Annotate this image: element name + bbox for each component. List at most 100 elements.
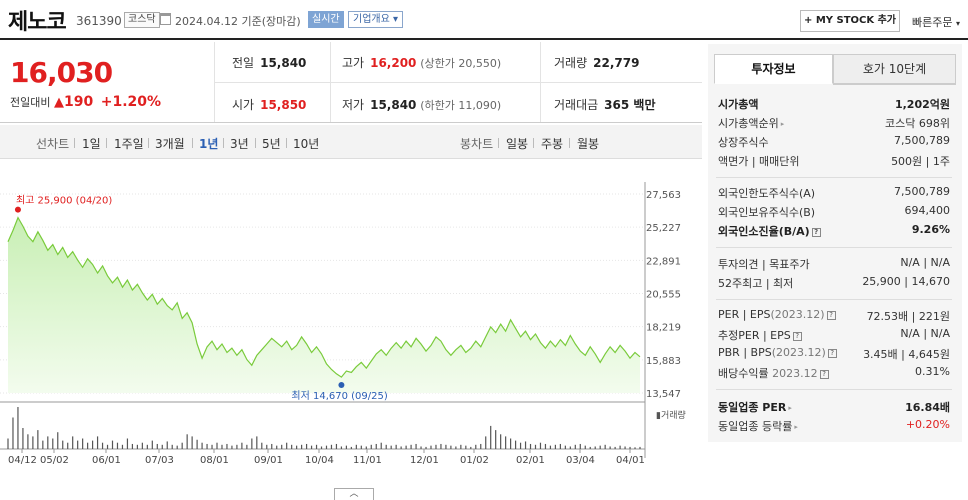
volume-bar (106, 444, 109, 449)
volume-bar (490, 425, 492, 449)
volume-bar (315, 444, 318, 449)
price-summary: 16,030 전일대비 ▲190 +1.20% 전일 15,840 고가 16,20… (0, 42, 702, 123)
volume-bar (594, 446, 596, 449)
shares-row: 상장주식수 7,500,789 (718, 134, 950, 152)
volume-bar (211, 444, 213, 449)
change-percent: +1.20% (100, 94, 162, 110)
volume-bar (480, 443, 482, 449)
period-10y[interactable]: 10년 (293, 135, 319, 152)
volume-bar (470, 446, 472, 449)
pbr-row: PBR | BPS(2023.12)? 3.45배 | 4,645원 (718, 346, 950, 364)
market-cap-rank-label: 시가총액순위 (718, 117, 779, 130)
volume-bar (27, 434, 29, 449)
volume-bar (554, 444, 557, 449)
volume-bar (176, 445, 178, 449)
period-5y[interactable]: 5년 (262, 135, 281, 152)
volume-bar (460, 444, 462, 449)
period-3y[interactable]: 3년 (230, 135, 249, 152)
sector-rate-value: +0.20% (905, 418, 950, 431)
divider (833, 84, 956, 85)
per-period: (2023.12) (770, 308, 825, 321)
divider (106, 138, 107, 148)
low-value: 15,840 (370, 98, 417, 112)
volume-bar (261, 442, 263, 449)
volume-bar (206, 443, 208, 449)
divider (286, 138, 287, 148)
dividend-period: 2023.12 (772, 367, 818, 380)
open-label: 시가 (232, 98, 255, 112)
volume-bar (430, 445, 432, 449)
volume-bar (301, 444, 303, 449)
volume-bar (609, 446, 611, 449)
stock-code: 361390 (76, 14, 122, 28)
volume-bar (614, 446, 616, 449)
prev-close-label: 전일 (232, 56, 255, 70)
volume-bar (395, 444, 397, 449)
high-marker (14, 206, 21, 213)
chevron-up-icon[interactable]: ︿ (334, 488, 374, 500)
volume-bar (455, 446, 457, 449)
volume-bar (47, 436, 49, 449)
volume-bar (510, 438, 512, 449)
period-1y[interactable]: 1년 (199, 135, 218, 152)
stock-header: 제노코 361390 코스닥 2024.04.12 기준(장마감) 실시간 기업… (0, 0, 968, 40)
volume-bar (116, 442, 119, 449)
period-daily[interactable]: 일봉 (506, 135, 528, 152)
volume-bar (32, 436, 34, 449)
volume-bar (96, 436, 99, 449)
price-chart[interactable]: 27,563 25,227 22,891 20,555 18,219 15,883 13,5… (0, 162, 702, 482)
chevron-right-icon[interactable]: ▸ (788, 404, 792, 412)
market-cap-value: 1,202억원 (894, 98, 950, 111)
sector-rate-label: 동일업종 등락률 (718, 420, 793, 433)
stock-name: 제노코 (8, 10, 67, 35)
volume-bar (82, 438, 84, 449)
help-icon[interactable]: ? (811, 228, 821, 237)
foreign-limit-value: 7,500,789 (894, 185, 950, 198)
help-icon[interactable]: ? (792, 332, 802, 341)
volume-bar (534, 444, 537, 449)
chevron-right-icon[interactable]: ▸ (781, 120, 785, 128)
realtime-button[interactable]: 실시간 (308, 11, 344, 28)
volume-bar (549, 445, 552, 449)
help-icon[interactable]: ? (826, 311, 836, 320)
sector-per-row: 동일업종 PER ▸ 16.84배 (718, 399, 950, 417)
volume-bar (564, 445, 566, 449)
period-monthly[interactable]: 월봉 (577, 135, 599, 152)
help-icon[interactable]: ? (827, 349, 837, 358)
company-overview-label: 기업개요 (353, 14, 390, 25)
investment-info-panel: 투자정보 호가 10단계 시가총액 1,202억원 시가총액순위 ▸ 코스닥 69… (708, 44, 962, 442)
volume-bar (539, 442, 542, 449)
help-icon[interactable]: ? (819, 370, 829, 379)
period-weekly[interactable]: 주봉 (541, 135, 563, 152)
quick-order-button[interactable]: 빠른주문 ▾ (912, 14, 960, 30)
volume-bar (191, 436, 193, 449)
volume-bar (221, 444, 223, 449)
period-1w[interactable]: 1주일 (114, 135, 144, 152)
quick-order-label: 빠른주문 (912, 16, 953, 29)
volume-bar (415, 443, 417, 449)
volume-bar (325, 445, 328, 449)
volume-bar (141, 442, 143, 449)
volume-bar (335, 443, 338, 449)
divider (498, 138, 499, 148)
current-price: 16,030 (10, 56, 113, 89)
sector-per-label: 동일업종 PER (718, 401, 787, 414)
tab-orderbook-10[interactable]: 호가 10단계 (833, 54, 956, 84)
volume-label: 거래량 (554, 56, 588, 70)
company-overview-dropdown[interactable]: 기업개요 ▾ (348, 11, 404, 28)
volume-bar (505, 436, 507, 449)
divider (214, 82, 702, 83)
volume-bar (181, 442, 183, 449)
volume-bar (485, 436, 487, 449)
chevron-right-icon[interactable]: ▸ (794, 423, 798, 431)
volume-bar (579, 443, 581, 449)
volume-bar (619, 445, 621, 449)
volume-bar (151, 440, 153, 449)
per-row: PER | EPS(2023.12)? 72.53배 | 221원 (718, 308, 950, 326)
lower-limit: (하한가 11,090) (420, 99, 502, 112)
period-1d[interactable]: 1일 (82, 135, 101, 152)
period-3m[interactable]: 3개월 (155, 135, 185, 152)
tab-investment-info[interactable]: 투자정보 (714, 54, 833, 84)
divider (716, 299, 952, 300)
add-my-stock-button[interactable]: + MY STOCK 추가 (800, 10, 900, 32)
